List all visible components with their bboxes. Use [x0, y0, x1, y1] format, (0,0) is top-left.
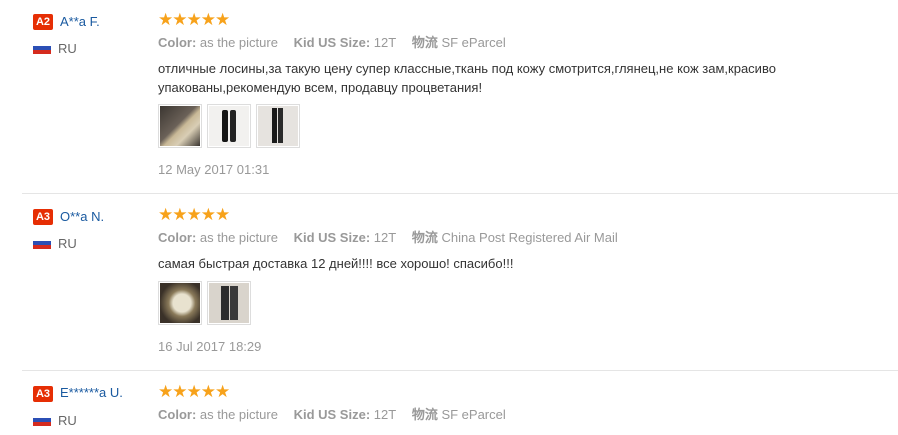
shipping-label: 物流 [411, 407, 438, 422]
review-text: отличные лосины,за такую цену супер клас… [158, 61, 776, 95]
buyer-level-badge: A2 [33, 14, 53, 30]
size-value: 12T [373, 407, 397, 422]
order-info: Color: as the picture Kid US Size: 12T 物… [158, 230, 618, 246]
flag-ru-icon [33, 237, 51, 249]
shipping-label: 物流 [411, 35, 438, 50]
size-value: 12T [373, 35, 397, 50]
color-value: as the picture [199, 407, 278, 422]
buyer-name[interactable]: O**a N. [60, 209, 104, 225]
color-label: Color: [158, 407, 197, 422]
review-text: самая быстрая доставка 12 дней!!!! все х… [158, 256, 514, 271]
buyer-level-badge: A3 [33, 386, 53, 402]
shipping-value: SF eParcel [441, 35, 506, 50]
buyer-name[interactable]: A**a F. [60, 14, 100, 30]
review-photos [158, 104, 300, 148]
buyer-country: RU [58, 41, 77, 56]
star-rating: ★★★★★ [158, 10, 230, 29]
order-info: Color: as the picture Kid US Size: 12T 物… [158, 407, 506, 423]
size-label: Kid US Size: [293, 230, 371, 245]
color-value: as the picture [199, 35, 278, 50]
shipping-label: 物流 [411, 230, 438, 245]
shipping-value: China Post Registered Air Mail [441, 230, 618, 245]
divider [22, 370, 898, 371]
size-label: Kid US Size: [293, 407, 371, 422]
flag-ru-icon [33, 414, 51, 426]
buyer-country: RU [58, 413, 77, 428]
review-photo[interactable] [256, 104, 300, 148]
review-date: 12 May 2017 01:31 [158, 162, 270, 177]
size-value: 12T [373, 230, 397, 245]
review-date: 16 Jul 2017 18:29 [158, 339, 262, 354]
color-label: Color: [158, 35, 197, 50]
buyer-level-badge: A3 [33, 209, 53, 225]
shipping-value: SF eParcel [441, 407, 506, 422]
review-photo[interactable] [158, 281, 202, 325]
review-photo[interactable] [207, 281, 251, 325]
star-rating: ★★★★★ [158, 382, 230, 401]
flag-ru-icon [33, 42, 51, 54]
star-rating: ★★★★★ [158, 205, 230, 224]
buyer-name[interactable]: E******a U. [60, 385, 123, 401]
review-photo[interactable] [158, 104, 202, 148]
size-label: Kid US Size: [293, 35, 371, 50]
divider [22, 193, 898, 194]
review-photo[interactable] [207, 104, 251, 148]
buyer-country: RU [58, 236, 77, 251]
color-label: Color: [158, 230, 197, 245]
review-photos [158, 281, 251, 325]
color-value: as the picture [199, 230, 278, 245]
order-info: Color: as the picture Kid US Size: 12T 物… [158, 35, 506, 51]
